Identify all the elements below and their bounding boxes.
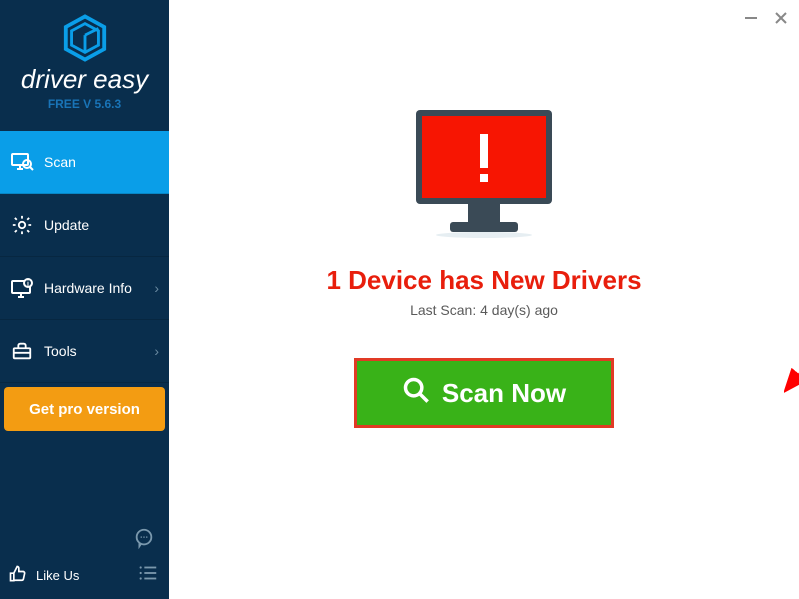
- alert-monitor-graphic: [410, 108, 558, 243]
- chevron-right-icon: ›: [154, 343, 159, 359]
- minimize-button[interactable]: [741, 8, 761, 28]
- gear-icon: [10, 213, 34, 237]
- svg-text:i: i: [27, 281, 29, 288]
- window-controls: [741, 8, 791, 28]
- like-us-button[interactable]: Like Us: [8, 564, 79, 587]
- sidebar-bottom: Like Us: [0, 531, 169, 599]
- sidebar: driver easy FREE V 5.6.3 Scan: [0, 0, 169, 599]
- logo-icon: [61, 14, 109, 62]
- version-label: FREE V 5.6.3: [48, 97, 121, 111]
- sidebar-item-label: Update: [44, 217, 89, 233]
- sidebar-item-label: Scan: [44, 154, 76, 170]
- search-icon: [402, 376, 430, 411]
- brand-name: driver easy: [21, 64, 148, 95]
- headline-text: 1 Device has New Drivers: [326, 265, 641, 296]
- chat-icon[interactable]: [133, 527, 155, 554]
- annotation-arrow: [784, 223, 799, 398]
- monitor-info-icon: i: [10, 276, 34, 300]
- like-us-label: Like Us: [36, 568, 79, 583]
- last-scan-text: Last Scan: 4 day(s) ago: [410, 302, 558, 318]
- sidebar-item-tools[interactable]: Tools ›: [0, 320, 169, 383]
- main-panel: 1 Device has New Drivers Last Scan: 4 da…: [169, 0, 799, 599]
- close-button[interactable]: [771, 8, 791, 28]
- sidebar-item-label: Hardware Info: [44, 280, 132, 296]
- get-pro-button[interactable]: Get pro version: [4, 387, 165, 431]
- scan-now-button[interactable]: Scan Now: [354, 358, 614, 428]
- toolbox-icon: [10, 339, 34, 363]
- logo-block: driver easy FREE V 5.6.3: [0, 0, 169, 121]
- sidebar-item-scan[interactable]: Scan: [0, 131, 169, 194]
- sidebar-item-hardware-info[interactable]: i Hardware Info ›: [0, 257, 169, 320]
- chevron-right-icon: ›: [154, 280, 159, 296]
- menu-list-icon[interactable]: [137, 562, 159, 589]
- sidebar-item-update[interactable]: Update: [0, 194, 169, 257]
- nav: Scan Update: [0, 131, 169, 435]
- monitor-search-icon: [10, 150, 34, 174]
- sidebar-item-label: Tools: [44, 343, 77, 359]
- scan-now-label: Scan Now: [442, 378, 566, 409]
- thumbs-up-icon: [8, 564, 28, 587]
- get-pro-label: Get pro version: [29, 401, 140, 418]
